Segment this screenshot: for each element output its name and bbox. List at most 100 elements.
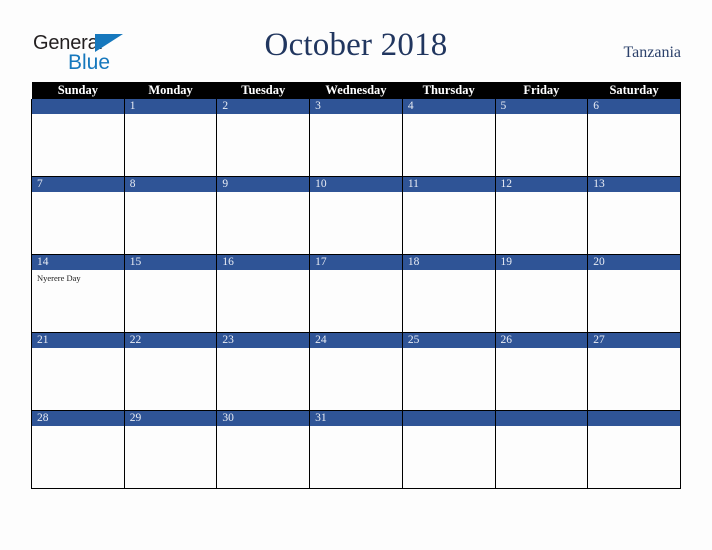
- calendar-day-cell-inner: 15: [124, 255, 217, 332]
- calendar-day-cell-inner: [495, 411, 588, 488]
- calendar-day-number: [495, 411, 588, 426]
- calendar-day-cell-inner: 20: [588, 255, 680, 332]
- calendar-day-cell-inner: 16: [217, 255, 310, 332]
- calendar-day-number: 8: [124, 177, 217, 192]
- calendar-day-cell[interactable]: [31, 99, 125, 177]
- calendar-week-row: 7 8 9 10 11 12 13: [31, 176, 681, 255]
- calendar-day-cell[interactable]: 9: [216, 176, 311, 255]
- calendar-day-cell[interactable]: 30: [216, 410, 311, 489]
- calendar-day-cell-inner: 25: [402, 333, 495, 410]
- page-header: General Blue October 2018 Tanzania: [0, 0, 712, 78]
- calendar-day-events: [403, 192, 495, 195]
- calendar-day-cell-inner: 23: [217, 333, 310, 410]
- calendar-day-cell[interactable]: 16: [216, 254, 311, 333]
- calendar-day-number: 18: [402, 255, 495, 270]
- calendar-day-cell[interactable]: 7: [31, 176, 125, 255]
- calendar-day-events: [32, 348, 124, 351]
- calendar-day-events: [588, 114, 680, 117]
- calendar-day-cell[interactable]: 17: [309, 254, 403, 333]
- calendar-day-cell-inner: 4: [402, 99, 495, 176]
- calendar-day-number: [32, 99, 124, 114]
- calendar-day-cell[interactable]: [401, 410, 496, 489]
- calendar-day-events: [125, 426, 217, 429]
- calendar-day-cell[interactable]: 12: [494, 176, 589, 255]
- calendar-day-cell[interactable]: 5: [494, 99, 589, 177]
- calendar-day-cell[interactable]: 4: [401, 99, 496, 177]
- calendar-day-events: [496, 192, 588, 195]
- calendar-day-cell[interactable]: 19: [494, 254, 589, 333]
- calendar-day-events: [403, 348, 495, 351]
- calendar-day-cell[interactable]: 3: [309, 99, 403, 177]
- calendar-body: 1 2 3 4 5 6 7 8 9 10 11 12 13 14 Nyerere Day 15 16 17 18 19…: [31, 99, 681, 489]
- calendar-day-number: 1: [124, 99, 217, 114]
- calendar-day-cell[interactable]: 15: [123, 254, 218, 333]
- calendar-day-cell[interactable]: 11: [401, 176, 496, 255]
- calendar-day-cell[interactable]: 2: [216, 99, 311, 177]
- calendar-day-cell[interactable]: 8: [123, 176, 218, 255]
- calendar-day-cell[interactable]: 18: [401, 254, 496, 333]
- calendar-day-cell-inner: 12: [495, 177, 588, 254]
- calendar-day-cell-inner: 8: [124, 177, 217, 254]
- calendar-day-events: [496, 426, 588, 429]
- calendar-day-cell-inner: 10: [310, 177, 402, 254]
- calendar-day-number: 21: [32, 333, 124, 348]
- calendar-day-cell-inner: [32, 99, 124, 176]
- calendar-week-row: 21 22 23 24 25 26 27: [31, 332, 681, 411]
- calendar-day-events: [217, 270, 309, 273]
- calendar-day-cell[interactable]: 14 Nyerere Day: [31, 254, 125, 333]
- calendar-day-cell[interactable]: 29: [123, 410, 218, 489]
- calendar-day-cell[interactable]: 31: [309, 410, 403, 489]
- calendar-day-cell[interactable]: [494, 410, 589, 489]
- calendar-day-cell[interactable]: 10: [309, 176, 403, 255]
- calendar-day-events: [217, 426, 309, 429]
- calendar-day-cell[interactable]: 21: [31, 332, 125, 411]
- calendar-day-number: 15: [124, 255, 217, 270]
- calendar-day-events: Nyerere Day: [32, 270, 124, 284]
- calendar-day-events: [217, 114, 309, 117]
- calendar-day-cell-inner: 19: [495, 255, 588, 332]
- weekday-header-row: Sunday Monday Tuesday Wednesday Thursday…: [31, 82, 681, 99]
- calendar-day-events: [125, 114, 217, 117]
- page-title: October 2018: [264, 27, 448, 63]
- calendar-day-cell[interactable]: 24: [309, 332, 403, 411]
- calendar-day-events: [125, 192, 217, 195]
- calendar-week-row: 28 29 30 31: [31, 410, 681, 489]
- calendar-day-events: [32, 426, 124, 429]
- weekday-header-sunday: Sunday: [31, 82, 125, 99]
- calendar-day-number: 28: [32, 411, 124, 426]
- calendar-day-cell-inner: 24: [310, 333, 402, 410]
- calendar-day-cell[interactable]: 13: [587, 176, 681, 255]
- calendar-day-cell[interactable]: 6: [587, 99, 681, 177]
- calendar-day-cell-inner: 9: [217, 177, 310, 254]
- calendar-day-number: 23: [217, 333, 310, 348]
- calendar-day-cell[interactable]: 27: [587, 332, 681, 411]
- calendar-day-cell[interactable]: [587, 410, 681, 489]
- calendar-day-cell-inner: 29: [124, 411, 217, 488]
- calendar-day-events: [310, 114, 402, 117]
- calendar-day-cell[interactable]: 23: [216, 332, 311, 411]
- calendar-day-cell-inner: 1: [124, 99, 217, 176]
- calendar-event-label: Nyerere Day: [37, 273, 81, 283]
- calendar-day-number: [588, 411, 680, 426]
- calendar-day-cell[interactable]: 28: [31, 410, 125, 489]
- calendar-day-cell[interactable]: 20: [587, 254, 681, 333]
- calendar-day-number: 13: [588, 177, 680, 192]
- calendar-day-cell[interactable]: 26: [494, 332, 589, 411]
- calendar-day-cell[interactable]: 1: [123, 99, 218, 177]
- calendar-day-events: [496, 348, 588, 351]
- calendar-day-number: 22: [124, 333, 217, 348]
- calendar-day-events: [496, 270, 588, 273]
- calendar-page: General Blue October 2018 Tanzania Sunda…: [0, 0, 712, 550]
- weekday-header-thursday: Thursday: [402, 82, 496, 99]
- calendar-day-number: 31: [310, 411, 402, 426]
- calendar-table: Sunday Monday Tuesday Wednesday Thursday…: [31, 82, 681, 489]
- calendar-week-row: 123456: [31, 99, 681, 177]
- calendar-day-events: [588, 192, 680, 195]
- calendar-day-number: 26: [495, 333, 588, 348]
- calendar-day-cell[interactable]: 25: [401, 332, 496, 411]
- calendar-day-cell[interactable]: 22: [123, 332, 218, 411]
- calendar-day-cell-inner: 22: [124, 333, 217, 410]
- calendar-day-number: 11: [402, 177, 495, 192]
- calendar-day-events: [32, 192, 124, 195]
- calendar-day-number: 20: [588, 255, 680, 270]
